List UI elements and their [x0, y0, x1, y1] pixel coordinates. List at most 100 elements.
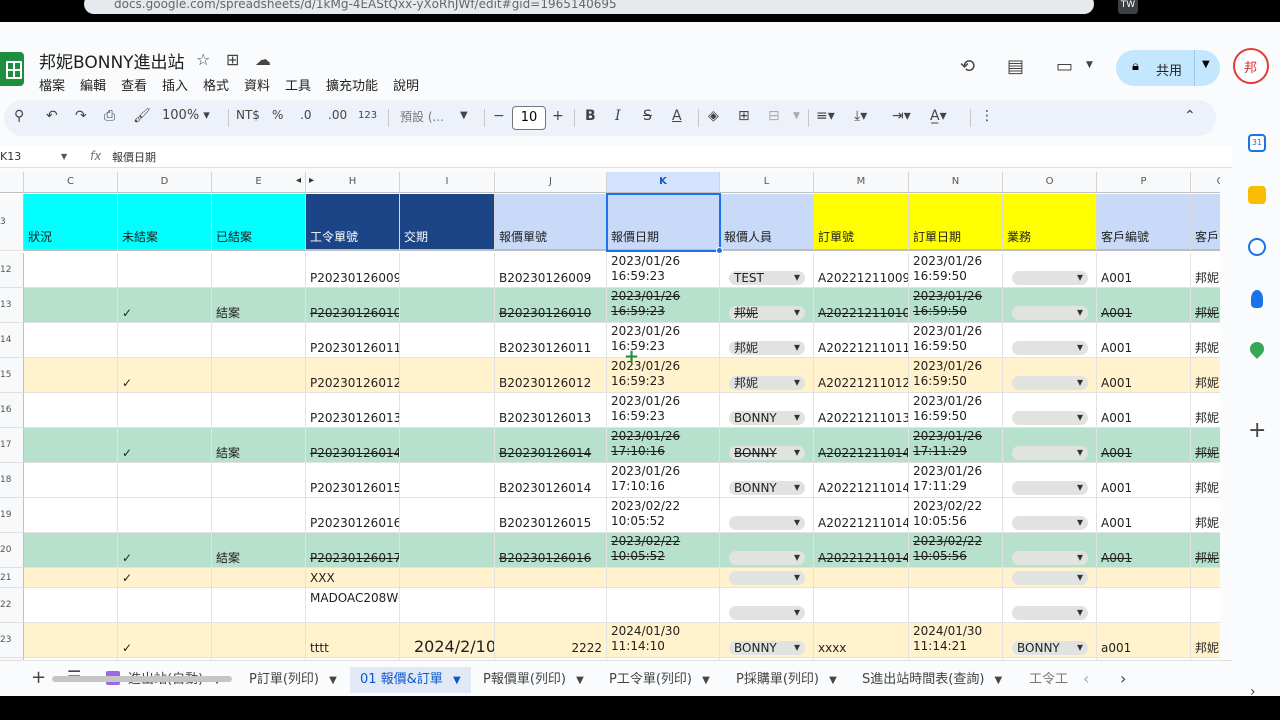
- menu-insert[interactable]: 插入: [162, 75, 188, 94]
- comments-icon[interactable]: ▤: [1007, 56, 1024, 77]
- scroll-tabs-left-icon[interactable]: ‹: [1083, 669, 1089, 688]
- cell-D21[interactable]: ✓: [118, 568, 212, 588]
- calendar-icon[interactable]: 31: [1248, 134, 1266, 152]
- cell-H22[interactable]: MADOAC208WGH: [306, 588, 400, 623]
- horizontal-align-icon[interactable]: ≡▾: [816, 108, 835, 124]
- cell-H15[interactable]: P20230126012: [306, 358, 400, 393]
- dropdown-chip[interactable]: [1012, 570, 1088, 585]
- sheet-tab[interactable]: P工令單(列印) ▼: [609, 667, 710, 693]
- document-title[interactable]: 邦妮BONNY進出站: [39, 48, 185, 73]
- dropdown-chip[interactable]: [1012, 270, 1088, 285]
- cell-C22[interactable]: [24, 588, 118, 623]
- cell-H21[interactable]: XXX: [306, 568, 400, 588]
- cell-C16[interactable]: [24, 393, 118, 428]
- cell-J19[interactable]: B20230126015: [495, 498, 607, 533]
- cell-J18[interactable]: B20230126014: [495, 463, 607, 498]
- chevron-down-icon[interactable]: ▼: [702, 675, 710, 686]
- cell-H23[interactable]: tttt: [306, 623, 400, 658]
- cell-I21[interactable]: [400, 568, 495, 588]
- cell-Q14[interactable]: 邦妮: [1191, 323, 1220, 358]
- scroll-tabs-right-icon[interactable]: ›: [1120, 669, 1126, 688]
- cell-J16[interactable]: B20230126013: [495, 393, 607, 428]
- select-all-corner[interactable]: [0, 172, 24, 193]
- cell-H12[interactable]: P20230126009: [306, 253, 400, 288]
- cell-I12[interactable]: [400, 253, 495, 288]
- zoom-select[interactable]: 100% ▾: [162, 108, 210, 123]
- cell-K19[interactable]: 2023/02/22 10:05:52: [607, 498, 720, 533]
- cell-Q23[interactable]: 邦妮: [1191, 623, 1220, 658]
- vertical-align-icon[interactable]: ⤓▾: [854, 108, 867, 124]
- hidden-columns-left-arrow-icon[interactable]: ◂: [296, 175, 301, 186]
- dropdown-chip[interactable]: [729, 570, 805, 585]
- merge-cells-icon[interactable]: ⊟: [768, 108, 780, 124]
- cell-I20[interactable]: [400, 533, 495, 568]
- chevron-down-icon[interactable]: ▼: [329, 675, 337, 686]
- tasks-icon[interactable]: [1248, 238, 1266, 256]
- cell-E13[interactable]: 結案: [212, 288, 306, 323]
- merge-caret-icon[interactable]: ▼: [793, 111, 800, 121]
- cell-Q22[interactable]: [1191, 588, 1220, 623]
- row-header[interactable]: 3: [0, 194, 24, 251]
- header-cell[interactable]: 已結案: [212, 194, 306, 251]
- cell-Q15[interactable]: 邦妮: [1191, 358, 1220, 393]
- cell-J22[interactable]: [495, 588, 607, 623]
- menu-edit[interactable]: 編輯: [80, 75, 106, 94]
- cell-O23[interactable]: BONNY: [1003, 623, 1097, 658]
- cell-K12[interactable]: 2023/01/26 16:59:23: [607, 253, 720, 288]
- cell-D19[interactable]: [118, 498, 212, 533]
- row-header[interactable]: 21: [0, 568, 24, 588]
- star-icon[interactable]: ☆: [196, 50, 210, 69]
- dropdown-chip[interactable]: BONNY: [729, 445, 805, 460]
- cell-O16[interactable]: [1003, 393, 1097, 428]
- cell-N19[interactable]: 2023/02/22 10:05:56: [909, 498, 1003, 533]
- dropdown-chip[interactable]: [1012, 550, 1088, 565]
- cell-L12[interactable]: TEST: [720, 253, 814, 288]
- cell-K21[interactable]: [607, 568, 720, 588]
- avatar[interactable]: [1233, 48, 1269, 84]
- hidden-columns-right-arrow-icon[interactable]: ▸: [309, 175, 314, 186]
- cell-L13[interactable]: 邦妮: [720, 288, 814, 323]
- cell-M16[interactable]: A20221211013: [814, 393, 909, 428]
- dropdown-chip[interactable]: [1012, 305, 1088, 320]
- collapse-toolbar-icon[interactable]: ⌃: [1184, 108, 1196, 124]
- dropdown-chip[interactable]: [1012, 445, 1088, 460]
- header-cell[interactable]: 狀況: [24, 194, 118, 251]
- dropdown-chip[interactable]: [1012, 605, 1088, 620]
- cell-H16[interactable]: P20230126013: [306, 393, 400, 428]
- cell-P12[interactable]: A001: [1097, 253, 1191, 288]
- menu-format[interactable]: 格式: [203, 75, 229, 94]
- cell-J12[interactable]: B20230126009: [495, 253, 607, 288]
- cell-M12[interactable]: A20221211009: [814, 253, 909, 288]
- cell-N21[interactable]: [909, 568, 1003, 588]
- decrease-font-icon[interactable]: −: [493, 108, 505, 124]
- fill-handle[interactable]: [716, 247, 723, 254]
- row-header[interactable]: 20: [0, 533, 24, 568]
- cell-J14[interactable]: B20230126011: [495, 323, 607, 358]
- column-header-C[interactable]: C: [24, 172, 118, 193]
- cell-N17[interactable]: 2023/01/26 17:11:29: [909, 428, 1003, 463]
- cell-I14[interactable]: [400, 323, 495, 358]
- cell-O21[interactable]: [1003, 568, 1097, 588]
- formula-input[interactable]: 報價日期: [112, 149, 156, 165]
- cell-L17[interactable]: BONNY: [720, 428, 814, 463]
- cell-I18[interactable]: [400, 463, 495, 498]
- version-history-icon[interactable]: ⟲: [960, 56, 975, 77]
- cell-D23[interactable]: ✓: [118, 623, 212, 658]
- sheet-tab[interactable]: P報價單(列印) ▼: [483, 667, 584, 693]
- cell-M13[interactable]: A20221211010: [814, 288, 909, 323]
- undo-icon[interactable]: ↶: [46, 108, 58, 124]
- horizontal-scrollbar[interactable]: [52, 676, 232, 682]
- cell-M17[interactable]: A20221211014: [814, 428, 909, 463]
- font-select[interactable]: 預設 (...: [400, 108, 444, 125]
- sheet-tab[interactable]: 工令工: [1029, 667, 1068, 693]
- cell-K17[interactable]: 2023/01/26 17:10:16: [607, 428, 720, 463]
- column-header-L[interactable]: L: [720, 172, 814, 193]
- header-cell[interactable]: 報價人員: [720, 194, 814, 251]
- cell-O14[interactable]: [1003, 323, 1097, 358]
- cell-N18[interactable]: 2023/01/26 17:11:29: [909, 463, 1003, 498]
- cell-D16[interactable]: [118, 393, 212, 428]
- cell-I16[interactable]: [400, 393, 495, 428]
- address-bar[interactable]: docs.google.com/spreadsheets/d/1kMg-4EAS…: [84, 0, 1094, 14]
- cell-P23[interactable]: a001: [1097, 623, 1191, 658]
- cell-E21[interactable]: [212, 568, 306, 588]
